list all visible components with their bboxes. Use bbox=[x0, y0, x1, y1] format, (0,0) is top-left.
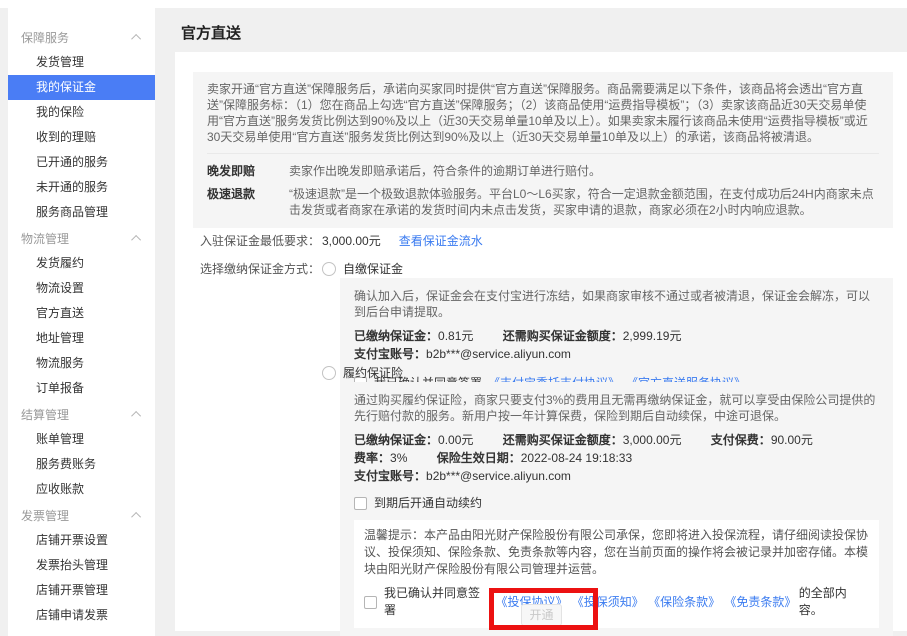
divider bbox=[207, 153, 879, 154]
insurance-tip-text: 温馨提示：本产品由阳光财产保险股份有限公司承保，您即将进入投保流程，请仔细阅读投… bbox=[364, 527, 869, 578]
sidebar: 保障服务 发货管理 我的保证金 我的保险 收到的理赔 已开通的服务 未开通的服务… bbox=[8, 8, 155, 636]
sidebar-item-fapiao-taitou-guanli[interactable]: 发票抬头管理 bbox=[8, 553, 155, 578]
sidebar-item-fuwu-shangpin-guanli[interactable]: 服务商品管理 bbox=[8, 200, 155, 225]
insurance-radio-label: 履约保证险 bbox=[343, 364, 403, 381]
sidebar-item-guanfang-zhisong[interactable]: 官方直送 bbox=[8, 301, 155, 326]
field-premium: 支付保费：90.00元 bbox=[711, 431, 813, 449]
main-card: 卖家开通“官方直送”保障服务后，承诺向买家同时提供“官方直送”保障服务。商品需要… bbox=[175, 52, 907, 631]
chevron-up-icon bbox=[131, 410, 141, 420]
sidebar-group-label: 物流管理 bbox=[21, 230, 69, 247]
auto-renew-label: 到期后开通自动续约 bbox=[374, 495, 482, 511]
min-deposit-row: 入驻保证金最低要求： 3,000.00元 查看保证金流水 bbox=[200, 232, 483, 249]
sidebar-group-label: 保障服务 bbox=[21, 29, 69, 46]
term-desc: 卖家作出晚发即赔承诺后，符合条件的逾期订单进行赔付。 bbox=[289, 163, 879, 179]
sidebar-item-dizhi-guanli[interactable]: 地址管理 bbox=[8, 326, 155, 351]
sidebar-item-fahuo-lvyue[interactable]: 发货履约 bbox=[8, 251, 155, 276]
chevron-up-icon bbox=[131, 33, 141, 43]
sidebar-group-jiesuan[interactable]: 结算管理 bbox=[8, 401, 155, 427]
auto-renew-checkbox[interactable] bbox=[354, 497, 367, 510]
insurance-radio-row: 履约保证险 bbox=[322, 364, 403, 381]
sidebar-group-label: 发票管理 bbox=[21, 507, 69, 524]
sidebar-item-dianpu-shenqing-fapiao[interactable]: 店铺申请发票 bbox=[8, 603, 155, 628]
sidebar-item-wode-baoxian[interactable]: 我的保险 bbox=[8, 100, 155, 125]
field-need-amount: 还需购买保证金额度：3,000.00元 bbox=[503, 431, 682, 449]
chevron-up-icon bbox=[131, 234, 141, 244]
field-alipay-account: 支付宝账号：b2b***@service.aliyun.com bbox=[354, 467, 571, 485]
insurance-terms-agree-row: 我已确认并同意签署 《投保协议》 《投保须知》 《保险条款》 《免责条款》 的全… bbox=[364, 585, 869, 619]
term-row-late-ship: 晚发即赔 卖家作出晚发即赔承诺后，符合条件的逾期订单进行赔付。 bbox=[207, 163, 879, 179]
insurance-radio[interactable] bbox=[322, 366, 336, 380]
view-deposit-flow-link[interactable]: 查看保证金流水 bbox=[399, 232, 483, 249]
self-deposit-radio[interactable] bbox=[322, 262, 336, 276]
sidebar-group-label: 结算管理 bbox=[21, 406, 69, 423]
sidebar-item-fuwufei-zhangwu[interactable]: 服务费账务 bbox=[8, 452, 155, 477]
agree-prefix: 我已确认并同意签署 bbox=[384, 585, 489, 619]
insurance-panel: 通过购买履约保证险，商家只要支付3%的费用且无需再缴纳保证金，就可以享受由保险公… bbox=[340, 382, 893, 636]
sidebar-item-wuliu-shezhi[interactable]: 物流设置 bbox=[8, 276, 155, 301]
term-row-fast-refund: 极速退款 “极速退款”是一个极致退款体验服务。平台L0～L6买家，符合一定退款金… bbox=[207, 186, 879, 218]
field-paid-deposit: 已缴纳保证金：0.81元 bbox=[354, 327, 473, 345]
sidebar-item-fahuo-guanli[interactable]: 发货管理 bbox=[8, 50, 155, 75]
auto-renew-row: 到期后开通自动续约 bbox=[354, 495, 879, 511]
sidebar-item-weikaitong-fuwu[interactable]: 未开通的服务 bbox=[8, 175, 155, 200]
self-deposit-amounts: 已缴纳保证金：0.81元 还需购买保证金额度：2,999.19元 支付宝账号：b… bbox=[354, 327, 879, 363]
sidebar-group-baozhang[interactable]: 保障服务 bbox=[8, 24, 155, 50]
sidebar-item-dianpu-kaipiao-guanli[interactable]: 店铺开票管理 bbox=[8, 578, 155, 603]
terms-panel: 卖家开通“官方直送”保障服务后，承诺向买家同时提供“官方直送”保障服务。商品需要… bbox=[193, 72, 893, 228]
min-deposit-value: 3,000.00元 bbox=[322, 232, 381, 249]
sidebar-item-yingshou-zhangkuan[interactable]: 应收账款 bbox=[8, 477, 155, 502]
insure-clauses-link[interactable]: 《保险条款》 bbox=[648, 594, 718, 611]
field-paid-deposit: 已缴纳保证金：0.00元 bbox=[354, 431, 473, 449]
field-alipay-account: 支付宝账号：b2b***@service.aliyun.com bbox=[354, 345, 571, 363]
term-label: 极速退款 bbox=[207, 186, 289, 218]
method-row: 选择缴纳保证金方式： 自缴保证金 bbox=[200, 260, 403, 277]
insurance-terms-checkbox[interactable] bbox=[364, 596, 377, 609]
sidebar-group-fapiao[interactable]: 发票管理 bbox=[8, 502, 155, 528]
chevron-up-icon bbox=[131, 511, 141, 521]
term-desc: “极速退款”是一个极致退款体验服务。平台L0～L6买家，符合一定退款金额范围，在… bbox=[289, 186, 879, 218]
sidebar-item-shoudao-lipei[interactable]: 收到的理赔 bbox=[8, 125, 155, 150]
field-need-amount: 还需购买保证金额度：2,999.19元 bbox=[503, 327, 682, 345]
term-label: 晚发即赔 bbox=[207, 163, 289, 179]
insurance-amounts: 已缴纳保证金：0.00元 还需购买保证金额度：3,000.00元 支付保费：90… bbox=[354, 431, 879, 485]
field-effective-date: 保险生效日期：2022-08-24 19:18:33 bbox=[437, 449, 632, 467]
insurance-note: 通过购买履约保证险，商家只要支付3%的费用且无需再缴纳保证金，就可以享受由保险公… bbox=[354, 392, 879, 424]
sidebar-item-dianpu-kaipiao-shezhi[interactable]: 店铺开票设置 bbox=[8, 528, 155, 553]
insurance-tip-box: 温馨提示：本产品由阳光财产保险股份有限公司承保，您即将进入投保流程，请仔细阅读投… bbox=[354, 520, 879, 628]
self-deposit-radio-label: 自缴保证金 bbox=[343, 260, 403, 277]
sidebar-item-dingdan-baobei[interactable]: 订单报备 bbox=[8, 376, 155, 401]
sidebar-item-zhangdan-guanli[interactable]: 账单管理 bbox=[8, 427, 155, 452]
self-deposit-note: 确认加入后，保证金会在支付宝进行冻结，如果商家审核不通过或者被清退，保证金会解冻… bbox=[354, 288, 879, 320]
sidebar-item-wuliu-fuwu[interactable]: 物流服务 bbox=[8, 351, 155, 376]
field-rate: 费率：3% bbox=[354, 449, 407, 467]
page-title: 官方直送 bbox=[181, 22, 241, 43]
top-strip bbox=[0, 0, 907, 8]
method-label: 选择缴纳保证金方式： bbox=[200, 260, 322, 277]
sidebar-group-wuliu[interactable]: 物流管理 bbox=[8, 225, 155, 251]
open-service-button[interactable]: 开通 bbox=[521, 604, 562, 626]
terms-paragraph: 卖家开通“官方直送”保障服务后，承诺向买家同时提供“官方直送”保障服务。商品需要… bbox=[207, 81, 879, 145]
agree-suffix: 的全部内容。 bbox=[799, 585, 869, 619]
disclaimer-clauses-link[interactable]: 《免责条款》 bbox=[724, 594, 794, 611]
min-deposit-label: 入驻保证金最低要求： bbox=[200, 232, 322, 249]
sidebar-item-yikaitong-fuwu[interactable]: 已开通的服务 bbox=[8, 150, 155, 175]
sidebar-item-wode-baozhengjin[interactable]: 我的保证金 bbox=[8, 75, 155, 100]
insure-notice-link[interactable]: 《投保须知》 bbox=[572, 594, 642, 611]
